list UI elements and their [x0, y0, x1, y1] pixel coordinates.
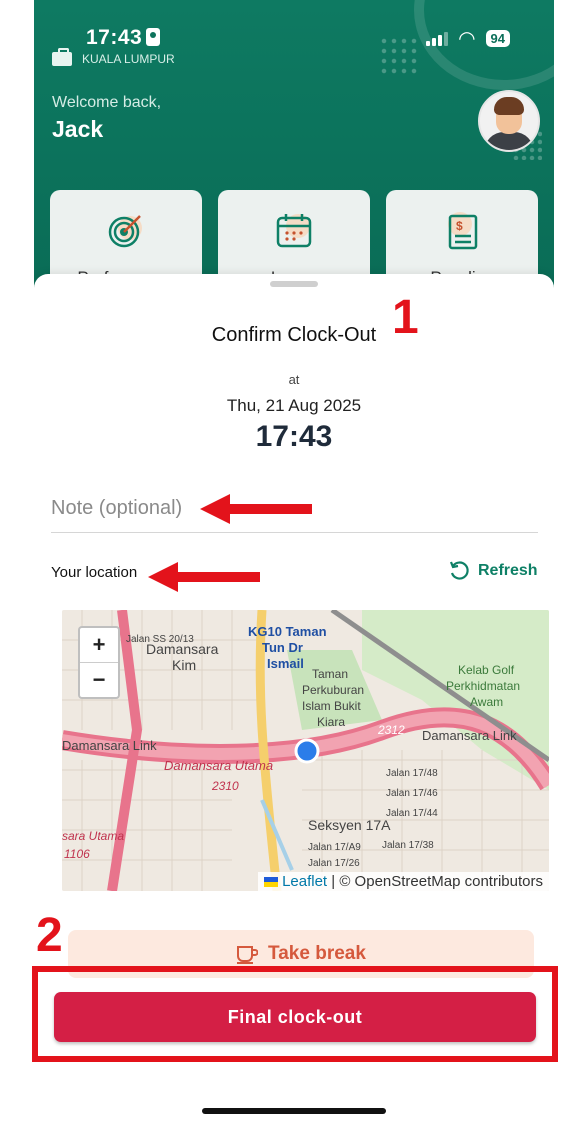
phone-screen: 17:43 KUALA LUMPUR ◠ 94 Welcome back, Ja…: [34, 0, 554, 1125]
svg-text:1106: 1106: [64, 847, 90, 861]
calendar-icon: [276, 214, 312, 248]
svg-text:Perkhidmatan: Perkhidmatan: [446, 679, 520, 693]
clock-out-time: 17:43: [255, 420, 333, 453]
annotation-highlight-box: [32, 966, 558, 1062]
svg-text:Jalan 17/48: Jalan 17/48: [386, 768, 438, 779]
clock-out-date: Thu, 21 Aug 2025: [226, 396, 362, 415]
app-header: 17:43 KUALA LUMPUR ◠ 94 Welcome back, Ja…: [34, 0, 554, 290]
annotation-number-2: 2: [36, 909, 63, 962]
svg-text:$: $: [456, 219, 463, 233]
wifi-icon: ◠: [458, 27, 476, 50]
briefcase-icon: [52, 48, 72, 66]
decorative-dots: [379, 36, 419, 76]
attribution-text: | © OpenStreetMap contributors: [327, 873, 543, 890]
annotation-arrow-icon: [200, 494, 312, 524]
svg-text:Perkuburan: Perkuburan: [302, 683, 364, 697]
user-name: Jack: [52, 116, 104, 142]
clock-text: 17:43: [86, 26, 143, 49]
map-tiles: KG10 Taman Tun Dr Ismail Damansara Kim T…: [62, 610, 549, 891]
map-zoom-control: + −: [78, 626, 120, 699]
svg-text:Jalan SS 20/13: Jalan SS 20/13: [126, 634, 194, 645]
svg-text:Jalan 17/26: Jalan 17/26: [308, 858, 360, 869]
refresh-label: Refresh: [478, 562, 538, 579]
sheet-grabber[interactable]: [270, 281, 318, 287]
svg-text:2310: 2310: [211, 779, 239, 793]
refresh-icon: [449, 561, 469, 580]
ukraine-flag-icon: [264, 877, 279, 887]
svg-text:Kiara: Kiara: [317, 715, 345, 729]
svg-text:Taman: Taman: [312, 667, 348, 681]
svg-text:Damansara Utama: Damansara Utama: [164, 758, 273, 773]
location-map[interactable]: KG10 Taman Tun Dr Ismail Damansara Kim T…: [62, 610, 549, 891]
take-break-label: Take break: [268, 943, 366, 964]
welcome-text: Welcome back,: [52, 94, 162, 111]
home-indicator[interactable]: [202, 1108, 386, 1114]
svg-text:Damansara Link: Damansara Link: [62, 738, 157, 753]
city-label: KUALA LUMPUR: [82, 52, 175, 66]
location-label: Your location: [51, 564, 138, 581]
svg-text:Kim: Kim: [172, 657, 196, 673]
svg-text:Jalan 17/44: Jalan 17/44: [386, 808, 438, 819]
svg-text:Awam: Awam: [470, 695, 503, 709]
leaflet-link[interactable]: Leaflet: [282, 873, 327, 890]
annotation-arrow-icon: [148, 562, 260, 592]
avatar[interactable]: [478, 90, 540, 152]
refresh-button[interactable]: Refresh: [448, 560, 538, 582]
status-bar-icons: ◠ 94: [426, 27, 510, 50]
coffee-cup-icon: [237, 946, 259, 964]
signal-icon: [426, 31, 449, 46]
map-attribution: Leaflet | © OpenStreetMap contributors: [258, 872, 549, 891]
zoom-in-button[interactable]: +: [80, 628, 118, 663]
svg-text:KG10 Taman: KG10 Taman: [248, 624, 327, 639]
at-label: at: [288, 372, 300, 387]
zoom-out-button[interactable]: −: [80, 663, 118, 697]
id-badge-icon: [146, 28, 161, 46]
sheet-title: Confirm Clock-Out: [211, 324, 377, 346]
svg-text:Tun Dr: Tun Dr: [262, 640, 303, 655]
svg-text:Kelab Golf: Kelab Golf: [458, 663, 515, 677]
svg-text:Jalan 17/38: Jalan 17/38: [382, 840, 434, 851]
svg-text:Seksyen 17A: Seksyen 17A: [308, 817, 391, 833]
status-bar-time: 17:43: [86, 26, 161, 50]
svg-text:sara Utama: sara Utama: [62, 829, 124, 843]
svg-text:Jalan 17/46: Jalan 17/46: [386, 788, 438, 799]
payslip-icon: $: [448, 212, 478, 250]
svg-text:Ismail: Ismail: [267, 656, 304, 671]
svg-text:2312: 2312: [377, 723, 405, 737]
battery-icon: 94: [485, 30, 510, 47]
annotation-number-1: 1: [392, 291, 419, 344]
svg-text:Damansara Link: Damansara Link: [422, 728, 517, 743]
target-icon: [108, 215, 142, 248]
city-row: KUALA LUMPUR: [52, 48, 175, 66]
svg-text:Jalan 17/A9: Jalan 17/A9: [308, 842, 361, 853]
svg-text:Islam Bukit: Islam Bukit: [302, 699, 361, 713]
